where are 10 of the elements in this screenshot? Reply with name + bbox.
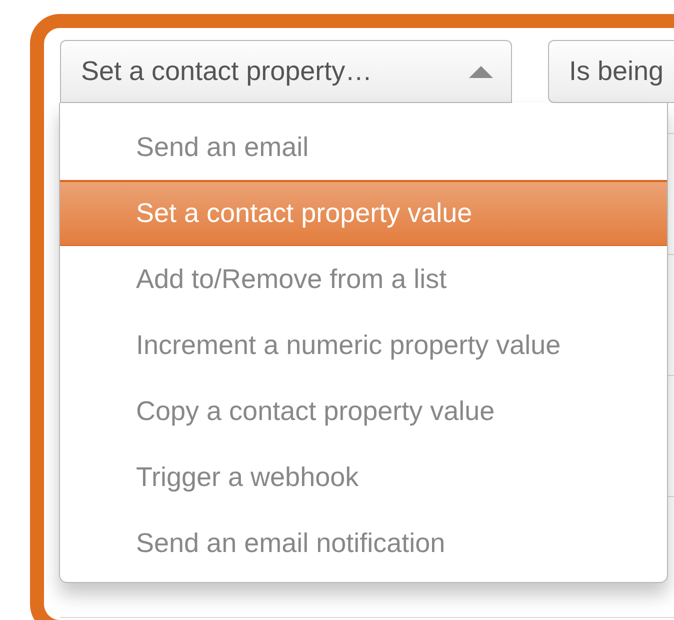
menu-item[interactable]: Set a contact property value [60,180,667,246]
menu-item[interactable]: Send an email [60,114,667,180]
caret-icon [469,66,493,78]
menu-item[interactable]: Copy a contact property value [60,378,667,444]
action-dropdown[interactable]: Set a contact property… [60,40,512,103]
menu-item[interactable]: Increment a numeric property value [60,312,667,378]
menu-item[interactable]: Send an email notification [60,510,667,576]
menu-item[interactable]: Add to/Remove from a list [60,246,667,312]
condition-dropdown[interactable]: Is being [548,40,674,103]
menu-item[interactable]: Trigger a webhook [60,444,667,510]
